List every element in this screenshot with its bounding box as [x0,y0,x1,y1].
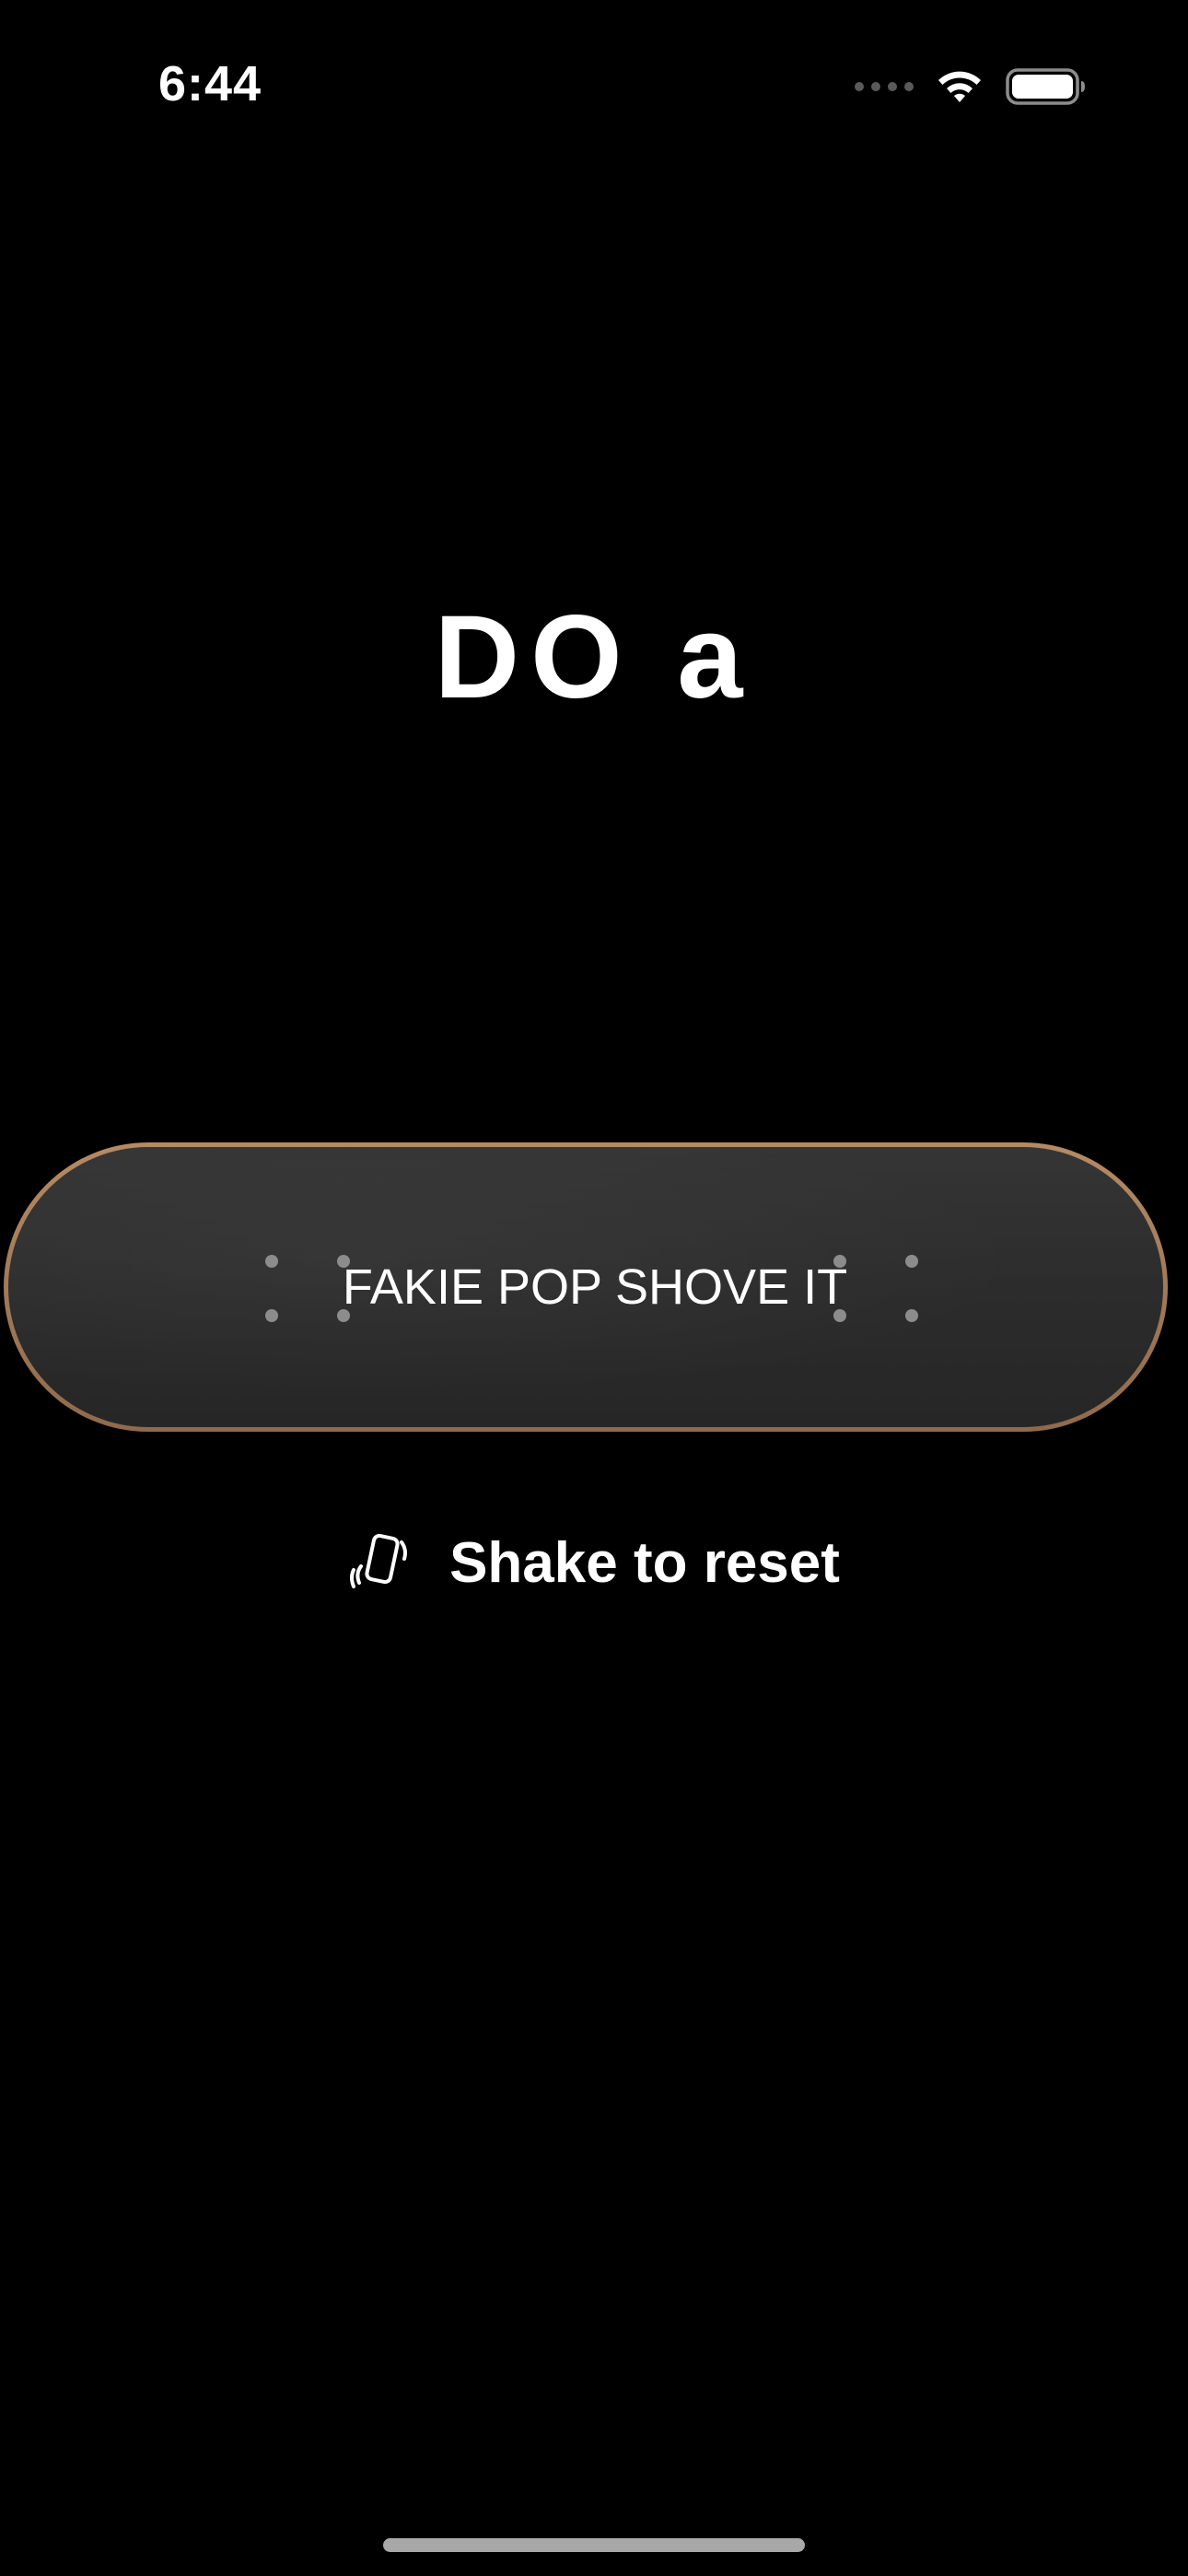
battery-icon [1006,68,1085,105]
cellular-signal-icon [855,82,914,91]
prompt-heading: DO a [434,591,754,723]
phone-shake-icon [350,1533,408,1588]
wifi-icon [938,71,981,102]
shake-hint: Shake to reset [0,1529,1188,1596]
shake-hint-label: Shake to reset [449,1530,840,1595]
skateboard-deck: FAKIE POP SHOVE IT [8,1147,1163,1427]
home-indicator[interactable] [383,2538,805,2552]
trick-name: FAKIE POP SHOVE IT [342,1259,848,1315]
status-bar: 6:44 [0,0,1188,175]
status-time: 6:44 [158,56,262,111]
status-indicators [855,64,1087,109]
skateboard-card[interactable]: FAKIE POP SHOVE IT [4,1142,1168,1432]
